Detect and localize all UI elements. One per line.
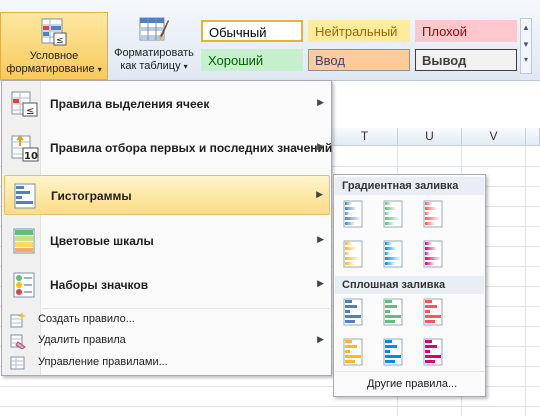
ribbon: ≤ Условное форматирование ▾ Форматироват… [0,0,540,81]
menu-separator [335,371,484,372]
style-output-label: Вывод [422,53,467,68]
conditional-formatting-label-2: форматирование [6,63,95,75]
submenu-arrow-icon: ▶ [317,234,324,244]
submenu-arrow-icon: ▶ [317,141,324,151]
menu-separator [42,308,330,309]
style-input-label: Ввод [315,53,345,68]
solid-bar-swatch-2[interactable] [378,297,408,327]
style-bad-label: Плохой [422,24,468,39]
scroll-up-icon[interactable]: ▲ [521,19,531,36]
menu-item-label: Управление правилами... [38,356,168,368]
svg-text:10: 10 [24,151,38,162]
style-neutral[interactable]: Нейтральный [308,20,410,42]
conditional-formatting-menu: ≤ Правила выделения ячеек ▶ 10 Правила о… [1,80,332,376]
gradient-bar-swatch-4-icon [343,240,363,268]
gradient-bar-swatch-4[interactable] [338,239,368,269]
solid-bar-swatch-1[interactable] [338,297,368,327]
cell-styles-gallery: Обычный Нейтральный Плохой Хороший Ввод … [201,18,519,76]
menu-item-label: Создать правило... [38,313,135,325]
style-bad[interactable]: Плохой [415,20,517,42]
gradient-fill-header: Градиентная заливка [335,177,484,195]
menu-item-icon-sets[interactable]: Наборы значков ▶ [4,265,330,305]
style-input[interactable]: Ввод [308,49,410,71]
menu-item-manage-rules[interactable]: Управление правилами... [4,353,330,373]
solid-bar-swatch-6-icon [423,338,443,366]
menu-item-clear-rules[interactable]: Удалить правила ▶ [4,331,330,351]
style-neutral-label: Нейтральный [315,24,398,39]
svg-text:≤: ≤ [26,106,34,117]
menu-item-label: Цветовые шкалы [50,234,154,248]
gradient-bar-swatch-6[interactable] [418,239,448,269]
data-bars-submenu: Градиентная заливка Сплошная заливка Дру… [333,174,486,397]
submenu-arrow-icon: ▶ [317,278,324,288]
solid-bar-swatch-1-icon [343,298,363,326]
conditional-formatting-label-1: Условное [29,50,79,62]
conditional-formatting-icon: ≤ [41,18,67,46]
solid-fill-header: Сплошная заливка [335,276,484,294]
icon-sets-icon [13,272,35,298]
menu-item-new-rule[interactable]: Создать правило... [4,310,330,330]
solid-bar-swatch-4-icon [343,338,363,366]
manage-rules-icon [10,356,25,370]
new-rule-icon [10,312,26,328]
menu-item-top-bottom-rules[interactable]: 10 Правила отбора первых и последних зна… [4,128,333,168]
gradient-bar-swatch-1[interactable] [338,199,368,229]
gradient-bar-swatch-1-icon [343,200,363,228]
conditional-formatting-button[interactable]: ≤ Условное форматирование ▾ [0,12,108,80]
menu-item-data-bars[interactable]: Гистограммы ▶ [4,175,330,215]
style-normal-label: Обычный [209,25,267,40]
solid-bar-swatch-5[interactable] [378,337,408,367]
scroll-down-icon[interactable]: ▼ [521,36,531,53]
format-as-table-button[interactable]: Форматировать как таблицу ▾ [112,10,196,80]
more-rules-link[interactable]: Другие правила... [367,378,457,390]
format-as-table-icon [139,17,169,41]
solid-bar-swatch-6[interactable] [418,337,448,367]
submenu-arrow-icon: ▶ [317,97,324,107]
menu-item-label: Гистограммы [51,189,132,203]
gradient-bar-swatch-2-icon [383,200,403,228]
format-as-table-label-2: как таблицу [120,60,181,72]
submenu-arrow-icon: ▶ [316,189,323,199]
style-good[interactable]: Хороший [201,49,303,71]
gradient-bar-swatch-2[interactable] [378,199,408,229]
solid-bar-swatch-4[interactable] [338,337,368,367]
gradient-bar-swatch-5[interactable] [378,239,408,269]
menu-item-highlight-cells-rules[interactable]: ≤ Правила выделения ячеек ▶ [4,84,330,124]
menu-item-label: Наборы значков [50,278,149,292]
submenu-arrow-icon: ▶ [317,334,324,344]
menu-item-label: Правила выделения ячеек [50,97,210,111]
menu-item-color-scales[interactable]: Цветовые шкалы ▶ [4,221,330,261]
dropdown-caret-icon: ▾ [97,65,102,74]
solid-bar-swatch-3-icon [423,298,443,326]
gradient-bar-swatch-5-icon [383,240,403,268]
style-good-label: Хороший [208,53,264,68]
solid-bar-swatch-3[interactable] [418,297,448,327]
style-normal[interactable]: Обычный [201,20,303,42]
grid-line [0,406,540,407]
style-output[interactable]: Вывод [415,49,517,71]
clear-rules-icon [10,334,26,349]
menu-item-label: Удалить правила [38,334,126,346]
column-header-v[interactable]: V [462,128,526,146]
column-header-next[interactable] [526,128,540,146]
dropdown-caret-icon: ▾ [183,62,188,71]
format-as-table-label-1: Форматировать [114,47,194,59]
gradient-bar-swatch-6-icon [423,240,443,268]
data-bars-icon [14,183,36,209]
gradient-bar-swatch-3-icon [423,200,443,228]
solid-bar-swatch-2-icon [383,298,403,326]
gallery-expand-icon[interactable]: ▾ [521,53,531,67]
styles-gallery-scroll[interactable]: ▲ ▼ ▾ [520,18,532,74]
menu-item-label: Правила отбора первых и последних значен… [50,141,333,155]
solid-bar-swatch-5-icon [383,338,403,366]
column-header-u[interactable]: U [398,128,462,146]
color-scales-icon [13,228,35,254]
column-header-t[interactable]: T [332,128,398,146]
highlight-cells-rules-icon: ≤ [11,91,38,117]
gradient-bar-swatch-3[interactable] [418,199,448,229]
svg-text:≤: ≤ [56,36,64,46]
top-bottom-rules-icon: 10 [11,134,39,162]
